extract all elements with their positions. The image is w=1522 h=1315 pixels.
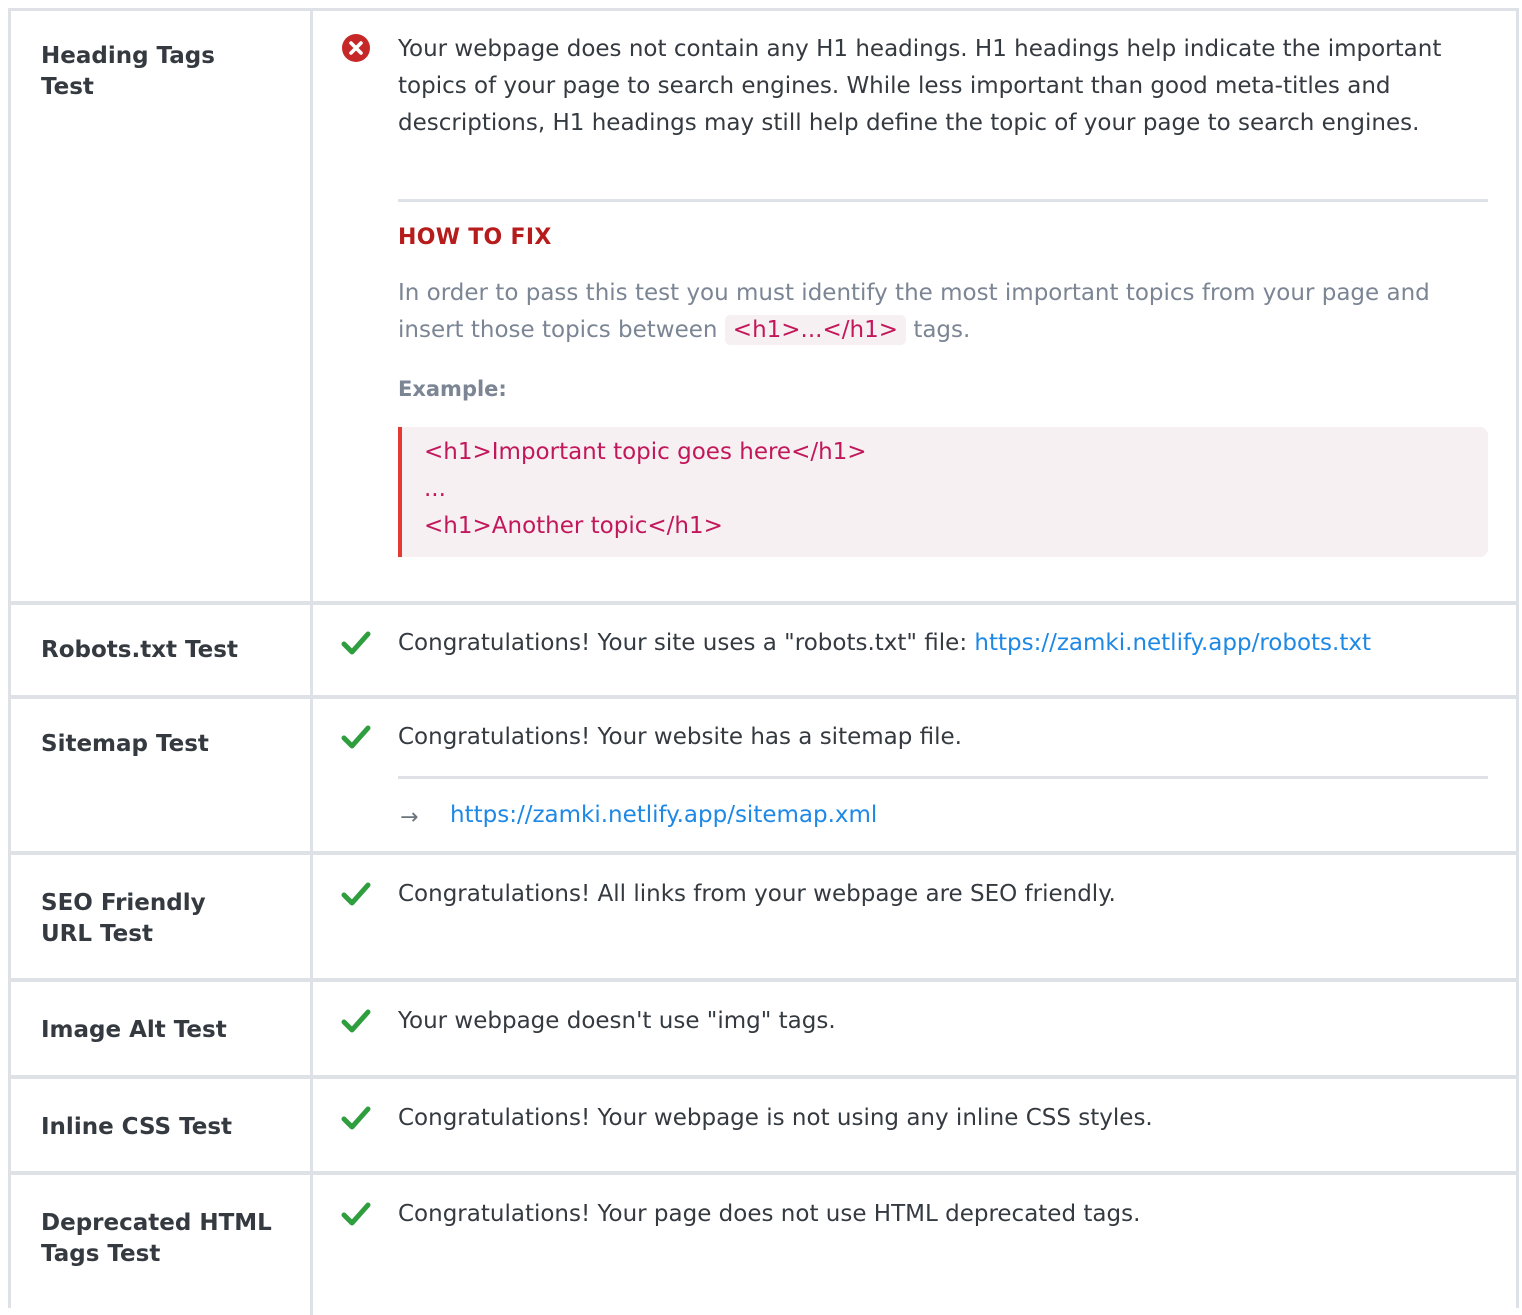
seo-results-table: Heading Tags Test Your webpage does not … [8, 8, 1519, 1315]
code-example-block: <h1>Important topic goes here</h1> ... <… [398, 427, 1488, 557]
test-label: Sitemap Test [41, 731, 209, 757]
test-label-cell: Deprecated HTML Tags Test [11, 1175, 313, 1315]
test-label-cell: Heading Tags Test [11, 11, 313, 601]
test-label-cell: Sitemap Test [11, 699, 313, 851]
test-content-cell: Your webpage does not contain any H1 hea… [316, 11, 1516, 601]
divider [398, 776, 1488, 779]
test-row-seo-friendly-url: SEO Friendly URL Test Congratulations! A… [11, 855, 1516, 982]
example-label: Example: [398, 377, 507, 401]
test-label-cell: Robots.txt Test [11, 605, 313, 695]
test-label: Inline CSS Test [41, 1114, 233, 1140]
x-circle-icon [342, 34, 370, 62]
check-icon [341, 882, 371, 906]
test-message: Your webpage doesn't use "img" tags. [398, 1008, 836, 1034]
test-content-cell: Congratulations! Your page does not use … [316, 1175, 1516, 1315]
test-content-cell: Congratulations! Your website has a site… [316, 699, 1516, 851]
how-to-fix-text: In order to pass this test you must iden… [398, 275, 1488, 349]
test-content-cell: Congratulations! All links from your web… [316, 855, 1516, 978]
test-row-robots: Robots.txt Test Congratulations! Your si… [11, 605, 1516, 699]
fix-text-after: tags. [913, 317, 971, 343]
robots-txt-link[interactable]: https://zamki.netlify.app/robots.txt [974, 630, 1371, 656]
test-content-cell: Congratulations! Your webpage is not usi… [316, 1079, 1516, 1171]
divider [398, 199, 1488, 202]
how-to-fix-title: HOW TO FIX [398, 225, 552, 250]
check-icon [341, 631, 371, 655]
sitemap-link-line: https://zamki.netlify.app/sitemap.xml [450, 797, 1488, 834]
test-message: Congratulations! Your website has a site… [398, 724, 962, 750]
code-line: <h1>Important topic goes here</h1> [424, 439, 867, 465]
check-icon [341, 1009, 371, 1033]
test-message: Congratulations! Your webpage is not usi… [398, 1105, 1153, 1131]
test-label-cell: Image Alt Test [11, 982, 313, 1075]
test-row-heading-tags: Heading Tags Test Your webpage does not … [11, 11, 1516, 605]
test-content-cell: Congratulations! Your site uses a "robot… [316, 605, 1516, 695]
test-message: Congratulations! Your page does not use … [398, 1201, 1141, 1227]
arrow-right-icon: → [400, 805, 419, 830]
code-line: <h1>Another topic</h1> [424, 513, 723, 539]
code-line: ... [424, 476, 446, 502]
test-label: Deprecated HTML Tags Test [41, 1210, 272, 1267]
sitemap-link[interactable]: https://zamki.netlify.app/sitemap.xml [450, 802, 877, 828]
check-icon [341, 1202, 371, 1226]
test-label: Heading Tags Test [41, 43, 215, 100]
test-label-cell: SEO Friendly URL Test [11, 855, 313, 978]
test-message: Congratulations! All links from your web… [398, 881, 1116, 907]
check-icon [341, 1106, 371, 1130]
test-content-cell: Your webpage doesn't use "img" tags. [316, 982, 1516, 1075]
test-row-deprecated-html: Deprecated HTML Tags Test Congratulation… [11, 1175, 1516, 1315]
message-text: Congratulations! Your site uses a "robot… [398, 630, 968, 656]
test-label: Image Alt Test [41, 1017, 227, 1043]
test-row-image-alt: Image Alt Test Your webpage doesn't use … [11, 982, 1516, 1079]
test-label: SEO Friendly URL Test [41, 890, 206, 947]
test-row-sitemap: Sitemap Test Congratulations! Your websi… [11, 699, 1516, 855]
test-label-cell: Inline CSS Test [11, 1079, 313, 1171]
test-row-inline-css: Inline CSS Test Congratulations! Your we… [11, 1079, 1516, 1175]
test-label: Robots.txt Test [41, 637, 238, 663]
test-message: Congratulations! Your site uses a "robot… [398, 625, 1516, 662]
inline-code: <h1>...</h1> [724, 315, 906, 345]
check-icon [341, 725, 371, 749]
test-message: Your webpage does not contain any H1 hea… [398, 36, 1442, 136]
